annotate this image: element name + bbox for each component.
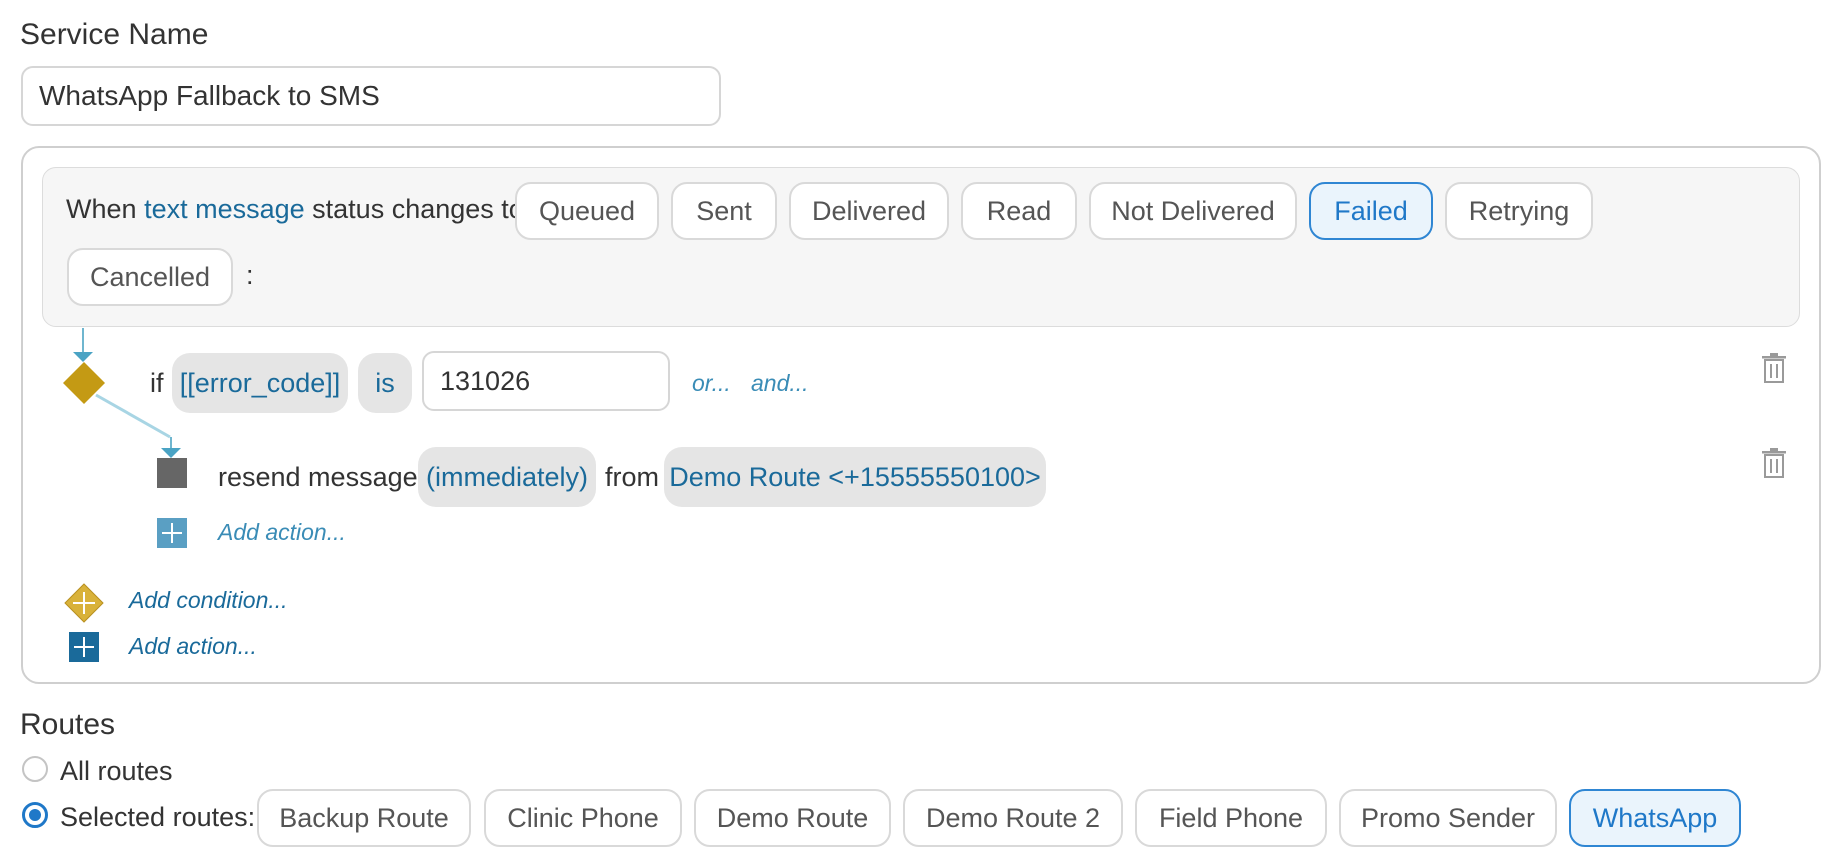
add-condition-link[interactable]: Add condition... (129, 587, 288, 614)
route-whatsapp[interactable]: WhatsApp (1569, 789, 1741, 847)
condition-field-chip[interactable]: [[error_code]] (172, 353, 348, 413)
action-from: from (605, 462, 659, 492)
route-promo-sender[interactable]: Promo Sender (1339, 789, 1557, 847)
condition-value-input[interactable] (422, 351, 670, 411)
trigger-sentence: When text message status changes to (66, 194, 524, 225)
selected-routes-label[interactable]: Selected routes: (60, 802, 255, 833)
status-retrying[interactable]: Retrying (1445, 182, 1593, 240)
add-inner-action-link[interactable]: Add action... (218, 519, 346, 546)
routes-label: Routes (20, 708, 116, 741)
service-name-input[interactable] (21, 66, 721, 126)
condition-operator-chip[interactable]: is (358, 353, 412, 413)
status-sent[interactable]: Sent (671, 182, 777, 240)
route-demo-route[interactable]: Demo Route (694, 789, 891, 847)
condition-if: if (150, 368, 164, 398)
condition-or-link[interactable]: or... (692, 370, 731, 397)
selected-routes-radio[interactable] (22, 802, 48, 828)
trigger-when: When (66, 194, 137, 224)
trash-icon[interactable] (1761, 352, 1787, 384)
status-failed[interactable]: Failed (1309, 182, 1433, 240)
condition-and-link[interactable]: and... (751, 370, 809, 397)
all-routes-radio[interactable] (22, 756, 48, 782)
status-read[interactable]: Read (961, 182, 1077, 240)
trigger-status-text: status changes to (312, 194, 524, 224)
status-queued[interactable]: Queued (515, 182, 659, 240)
service-name-label: Service Name (20, 18, 209, 51)
route-backup-route[interactable]: Backup Route (257, 789, 471, 847)
action-route-chip[interactable]: Demo Route <+15555550100> (664, 447, 1046, 507)
action-timing-chip[interactable]: (immediately) (418, 447, 596, 507)
action-verb: resend message (218, 462, 418, 492)
route-field-phone[interactable]: Field Phone (1135, 789, 1327, 847)
route-demo-route-2[interactable]: Demo Route 2 (903, 789, 1123, 847)
status-delivered[interactable]: Delivered (789, 182, 949, 240)
status-cancelled[interactable]: Cancelled (67, 248, 233, 306)
add-action-link[interactable]: Add action... (129, 633, 257, 660)
trash-icon[interactable] (1761, 447, 1787, 479)
route-clinic-phone[interactable]: Clinic Phone (484, 789, 682, 847)
trigger-colon: : (246, 260, 254, 290)
all-routes-label[interactable]: All routes (60, 756, 173, 787)
status-not-delivered[interactable]: Not Delivered (1089, 182, 1297, 240)
trigger-subject-link[interactable]: text message (144, 194, 305, 224)
